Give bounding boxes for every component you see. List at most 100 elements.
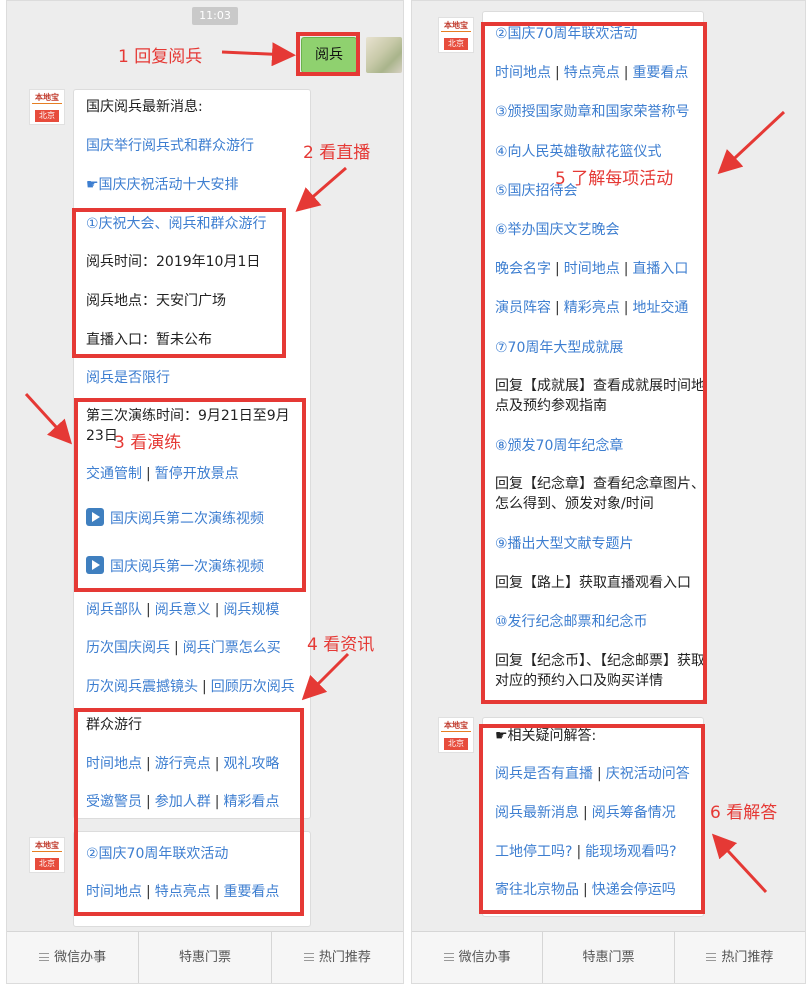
wonderful-link[interactable]: 精彩看点 xyxy=(223,794,279,810)
shots-link[interactable]: 历次阅兵震撼镜头 xyxy=(86,679,198,695)
video-2-label: 国庆阅兵第二次演练视频 xyxy=(110,511,264,527)
menu-label: 特惠门票 xyxy=(582,950,635,965)
annotation-3: 3 看演练 xyxy=(114,433,182,453)
live-entry-text: 直播入口：暂未公布 xyxy=(86,332,212,348)
highlight-link[interactable]: 特点亮点 xyxy=(155,884,211,900)
annotation-5: 5 了解每项活动 xyxy=(555,169,674,189)
item-8-link[interactable]: ⑧颁发70周年纪念章 xyxy=(495,436,623,456)
bot-logo-text: 本地宝 xyxy=(444,21,468,30)
traffic-links-row: 交通管制 | 暂停开放景点 xyxy=(86,466,239,482)
menu-hot-recommend[interactable]: 热门推荐 xyxy=(272,932,403,983)
parade-link[interactable]: 国庆举行阅兵式和群众游行 xyxy=(86,136,254,156)
item-9-link[interactable]: ⑨播出大型文献专题片 xyxy=(495,534,634,554)
menu-discount-tickets[interactable]: 特惠门票 xyxy=(139,932,272,983)
bot-avatar: 本地宝 北京 xyxy=(438,17,474,53)
scale-link[interactable]: 阅兵规模 xyxy=(223,602,279,618)
bot-logo-city: 北京 xyxy=(35,110,59,122)
faq-row-4: 寄往北京物品 | 快递会停运吗 xyxy=(495,882,676,898)
traffic-limit-link[interactable]: 阅兵是否限行 xyxy=(86,368,170,388)
menu-hot-recommend[interactable]: 热门推荐 xyxy=(675,932,805,983)
menu-icon xyxy=(303,953,314,961)
join-link[interactable]: 参加人群 xyxy=(155,794,211,810)
gala-time-link[interactable]: 时间地点 xyxy=(564,261,620,277)
item-2-link[interactable]: ②国庆70周年联欢活动 xyxy=(86,844,228,864)
item-9-desc: 回复【路上】获取直播观看入口 xyxy=(495,575,691,591)
mail-question-link[interactable]: 寄往北京物品 xyxy=(495,882,579,898)
item-6-link[interactable]: ⑥举办国庆文艺晚会 xyxy=(495,220,620,240)
mass-parade-links-row-2: 受邀警员 | 参加人群 | 精彩看点 xyxy=(86,794,280,810)
video-play-icon xyxy=(86,556,104,574)
menu-label: 热门推荐 xyxy=(721,950,774,965)
key-points-link[interactable]: 重要看点 xyxy=(223,884,279,900)
watch-question-link[interactable]: 能现场观看吗? xyxy=(585,844,676,860)
gala-live-link[interactable]: 直播入口 xyxy=(632,261,688,277)
menu-label: 热门推荐 xyxy=(318,950,371,965)
actors-link[interactable]: 演员阵容 xyxy=(495,300,551,316)
activity-question-link[interactable]: 庆祝活动问答 xyxy=(606,766,690,782)
latest-news-link[interactable]: 阅兵最新消息 xyxy=(495,805,579,821)
reply-bubble-second: ②国庆70周年联欢活动 时间地点 | 特点亮点 | 重要看点 xyxy=(73,831,311,927)
live-question-link[interactable]: 阅兵是否有直播 xyxy=(495,766,593,782)
meaning-link[interactable]: 阅兵意义 xyxy=(155,602,211,618)
tickets-link[interactable]: 阅兵门票怎么买 xyxy=(183,640,281,656)
preparation-link[interactable]: 阅兵筹备情况 xyxy=(592,805,676,821)
menu-label: 特惠门票 xyxy=(178,950,231,965)
item-7-link[interactable]: ⑦70周年大型成就展 xyxy=(495,338,623,358)
bottom-menu-bar: 微信办事 特惠门票 热门推荐 xyxy=(412,931,805,983)
gala-info-row-2: 演员阵容 | 精彩亮点 | 地址交通 xyxy=(495,300,689,316)
bot-avatar: 本地宝 北京 xyxy=(29,89,65,125)
annotation-4: 4 看资讯 xyxy=(307,635,375,655)
reply-bubble-activities: ②国庆70周年联欢活动 时间地点 | 特点亮点 | 重要看点 ③颁授国家勋章和国家荣誉称… xyxy=(482,11,705,701)
site-question-link[interactable]: 工地停工吗? xyxy=(495,844,572,860)
bot-logo-divider xyxy=(441,731,471,735)
address-link[interactable]: 地址交通 xyxy=(632,300,688,316)
bot-logo-city: 北京 xyxy=(35,858,59,870)
history-link[interactable]: 历次国庆阅兵 xyxy=(86,640,170,656)
parade-time-text: 阅兵时间：2019年10月1日 xyxy=(86,254,261,270)
bot-logo-city: 北京 xyxy=(444,38,468,50)
mass-parade-links-row-1: 时间地点 | 游行亮点 | 观礼攻略 xyxy=(86,756,280,772)
item-10-link[interactable]: ⑩发行纪念邮票和纪念币 xyxy=(495,612,648,632)
menu-label: 微信办事 xyxy=(458,950,511,965)
item-3-link[interactable]: ③颁授国家勋章和国家荣誉称号 xyxy=(495,102,690,122)
parade-guide-link[interactable]: 观礼攻略 xyxy=(223,756,279,772)
annotation-1: 1 回复阅兵 xyxy=(118,47,203,67)
user-avatar xyxy=(366,37,402,73)
gala-highlight-link[interactable]: 精彩亮点 xyxy=(564,300,620,316)
troops-link[interactable]: 阅兵部队 xyxy=(86,602,142,618)
menu-icon xyxy=(443,953,454,961)
closed-sites-link[interactable]: 暂停开放景点 xyxy=(155,466,239,482)
time-place-link[interactable]: 时间地点 xyxy=(86,884,142,900)
express-question-link[interactable]: 快递会停运吗 xyxy=(592,882,676,898)
video-1-link[interactable]: 国庆阅兵第一次演练视频 xyxy=(86,556,264,577)
menu-wechat-services[interactable]: 微信办事 xyxy=(412,932,544,983)
menu-discount-tickets[interactable]: 特惠门票 xyxy=(543,932,675,983)
highlight-link[interactable]: 特点亮点 xyxy=(564,65,620,81)
key-points-link[interactable]: 重要看点 xyxy=(632,65,688,81)
video-2-link[interactable]: 国庆阅兵第二次演练视频 xyxy=(86,508,264,529)
faq-row-1: 阅兵是否有直播 | 庆祝活动问答 xyxy=(495,766,690,782)
item-4-link[interactable]: ④向人民英雄敬献花篮仪式 xyxy=(495,142,662,162)
item-7-desc: 回复【成就展】查看成就展时间地点及预约参观指南 xyxy=(495,378,705,414)
parade-highlight-link[interactable]: 游行亮点 xyxy=(155,756,211,772)
info-links-row-3: 历次阅兵震撼镜头 | 回顾历次阅兵 xyxy=(86,679,295,695)
guests-link[interactable]: 受邀警员 xyxy=(86,794,142,810)
review-link[interactable]: 回顾历次阅兵 xyxy=(211,679,295,695)
sent-message-bubble: 阅兵 xyxy=(301,37,357,73)
faq-row-2: 阅兵最新消息 | 阅兵筹备情况 xyxy=(495,805,676,821)
item-1-link[interactable]: ①庆祝大会、阅兵和群众游行 xyxy=(86,214,267,234)
traffic-control-link[interactable]: 交通管制 xyxy=(86,466,142,482)
ten-arrangements-link[interactable]: ☛国庆庆祝活动十大安排 xyxy=(86,175,239,195)
gala-links-row: 时间地点 | 特点亮点 | 重要看点 xyxy=(86,884,280,900)
bot-logo-divider xyxy=(32,851,62,855)
mass-parade-header: 群众游行 xyxy=(86,717,142,733)
gala-name-link[interactable]: 晚会名字 xyxy=(495,261,551,277)
item-2-link[interactable]: ②国庆70周年联欢活动 xyxy=(495,24,637,44)
video-1-label: 国庆阅兵第一次演练视频 xyxy=(110,559,264,575)
parade-time-link[interactable]: 时间地点 xyxy=(86,756,142,772)
menu-wechat-services[interactable]: 微信办事 xyxy=(7,932,140,983)
faq-header: ☛相关疑问解答: xyxy=(495,728,597,744)
gala-info-row-1: 晚会名字 | 时间地点 | 直播入口 xyxy=(495,261,689,277)
bot-logo-text: 本地宝 xyxy=(35,93,59,102)
time-place-link[interactable]: 时间地点 xyxy=(495,65,551,81)
